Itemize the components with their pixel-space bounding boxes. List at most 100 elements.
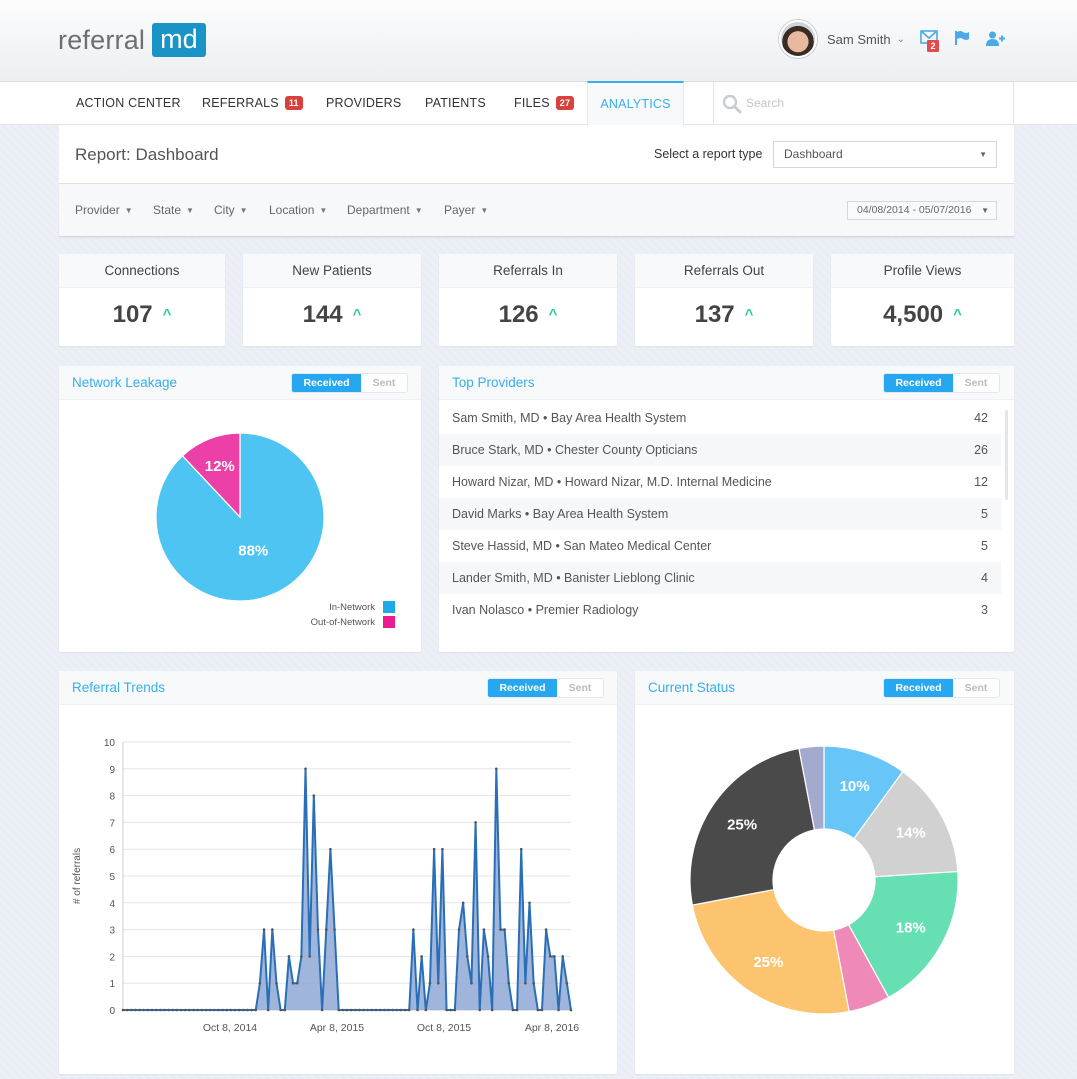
received-toggle-button[interactable]: Received bbox=[488, 679, 557, 697]
data-point[interactable] bbox=[395, 1008, 399, 1012]
data-point[interactable] bbox=[154, 1008, 158, 1012]
data-point[interactable] bbox=[333, 928, 336, 931]
data-point[interactable] bbox=[138, 1008, 141, 1012]
data-point[interactable] bbox=[320, 1008, 324, 1012]
data-point[interactable] bbox=[258, 981, 262, 985]
date-range-picker[interactable]: 04/08/2014 - 05/07/2016 ▼ bbox=[847, 201, 997, 220]
data-point[interactable] bbox=[237, 1008, 241, 1012]
filter-location[interactable]: Location ▼ bbox=[269, 203, 327, 217]
data-point[interactable] bbox=[407, 1008, 411, 1012]
data-point[interactable] bbox=[383, 1008, 386, 1012]
data-point[interactable] bbox=[266, 1008, 270, 1012]
data-point[interactable] bbox=[225, 1008, 229, 1012]
data-point[interactable] bbox=[221, 1008, 224, 1012]
filter-payer[interactable]: Payer ▼ bbox=[444, 203, 488, 217]
filter-provider[interactable]: Provider ▼ bbox=[75, 203, 133, 217]
data-point[interactable] bbox=[353, 1008, 357, 1012]
data-point[interactable] bbox=[441, 847, 444, 851]
data-point[interactable] bbox=[486, 955, 490, 958]
data-point[interactable] bbox=[544, 928, 548, 931]
data-point[interactable] bbox=[254, 1008, 258, 1012]
data-point[interactable] bbox=[212, 1008, 216, 1012]
data-point[interactable] bbox=[374, 1008, 378, 1012]
data-point[interactable] bbox=[457, 928, 461, 931]
data-point[interactable] bbox=[511, 1008, 515, 1012]
data-point[interactable] bbox=[362, 1008, 365, 1012]
data-point[interactable] bbox=[370, 1008, 374, 1012]
search-input[interactable] bbox=[746, 93, 996, 113]
provider-row[interactable]: Lander Smith, MD • Banister Lieblong Cli… bbox=[439, 562, 1001, 594]
data-point[interactable] bbox=[279, 1008, 282, 1012]
data-point[interactable] bbox=[283, 1008, 287, 1012]
nav-referrals[interactable]: REFERRALS 11 bbox=[202, 82, 303, 125]
nav-action-center[interactable]: ACTION CENTER bbox=[76, 82, 181, 125]
data-point[interactable] bbox=[308, 955, 311, 958]
nav-analytics[interactable]: ANALYTICS bbox=[587, 81, 684, 125]
data-point[interactable] bbox=[412, 928, 415, 931]
data-point[interactable] bbox=[358, 1008, 361, 1012]
sent-toggle-button[interactable]: Sent bbox=[557, 679, 603, 697]
data-point[interactable] bbox=[432, 847, 436, 851]
data-point[interactable] bbox=[134, 1008, 137, 1012]
received-toggle-button[interactable]: Received bbox=[884, 679, 953, 697]
data-point[interactable] bbox=[366, 1008, 370, 1012]
logo[interactable]: referral md bbox=[58, 23, 206, 57]
provider-row[interactable]: Sam Smith, MD • Bay Area Health System 4… bbox=[439, 402, 1001, 434]
data-point[interactable] bbox=[121, 1008, 125, 1012]
data-point[interactable] bbox=[250, 1008, 253, 1012]
data-point[interactable] bbox=[300, 955, 303, 958]
data-point[interactable] bbox=[159, 1008, 162, 1012]
data-point[interactable] bbox=[341, 1008, 345, 1012]
data-point[interactable] bbox=[329, 847, 332, 851]
data-point[interactable] bbox=[569, 1008, 573, 1012]
data-point[interactable] bbox=[125, 1008, 129, 1012]
nav-patients[interactable]: PATIENTS bbox=[425, 82, 486, 125]
data-point[interactable] bbox=[465, 955, 469, 958]
data-point[interactable] bbox=[453, 1008, 457, 1012]
data-point[interactable] bbox=[532, 981, 535, 985]
data-point[interactable] bbox=[565, 981, 569, 985]
data-point[interactable] bbox=[403, 1008, 407, 1012]
data-point[interactable] bbox=[515, 1008, 519, 1012]
data-point[interactable] bbox=[291, 981, 295, 985]
data-point[interactable] bbox=[495, 767, 498, 771]
data-point[interactable] bbox=[540, 1008, 544, 1012]
data-point[interactable] bbox=[478, 1008, 482, 1012]
sent-toggle-button[interactable]: Sent bbox=[361, 374, 407, 392]
flag-icon[interactable] bbox=[954, 30, 970, 51]
data-point[interactable] bbox=[416, 1008, 419, 1012]
data-point[interactable] bbox=[312, 794, 316, 797]
data-point[interactable] bbox=[557, 1008, 560, 1012]
data-point[interactable] bbox=[229, 1008, 233, 1012]
data-point[interactable] bbox=[208, 1008, 212, 1012]
data-point[interactable] bbox=[287, 955, 291, 958]
provider-row[interactable]: Howard Nizar, MD • Howard Nizar, M.D. In… bbox=[439, 466, 1001, 498]
data-point[interactable] bbox=[295, 981, 299, 985]
nav-files[interactable]: FILES 27 bbox=[514, 82, 575, 125]
data-point[interactable] bbox=[129, 1008, 133, 1012]
data-point[interactable] bbox=[192, 1008, 195, 1012]
data-point[interactable] bbox=[424, 1008, 428, 1012]
data-point[interactable] bbox=[428, 981, 432, 985]
data-point[interactable] bbox=[304, 767, 307, 771]
data-point[interactable] bbox=[241, 1008, 245, 1012]
data-point[interactable] bbox=[548, 955, 552, 958]
data-point[interactable] bbox=[142, 1008, 146, 1012]
data-point[interactable] bbox=[420, 955, 423, 958]
user-menu[interactable]: Sam Smith ⌄ bbox=[779, 20, 905, 58]
provider-row[interactable]: Ivan Nolasco • Premier Radiology 3 bbox=[439, 594, 1001, 626]
data-point[interactable] bbox=[461, 901, 465, 905]
data-point[interactable] bbox=[399, 1008, 403, 1012]
data-point[interactable] bbox=[217, 1008, 220, 1012]
provider-row[interactable]: Bruce Stark, MD • Chester County Opticia… bbox=[439, 434, 1001, 466]
data-point[interactable] bbox=[246, 1008, 249, 1012]
data-point[interactable] bbox=[524, 981, 527, 985]
data-point[interactable] bbox=[188, 1008, 191, 1012]
data-point[interactable] bbox=[163, 1008, 166, 1012]
data-point[interactable] bbox=[271, 928, 274, 931]
data-point[interactable] bbox=[196, 1008, 199, 1012]
data-point[interactable] bbox=[275, 981, 278, 985]
data-point[interactable] bbox=[179, 1008, 183, 1012]
data-point[interactable] bbox=[345, 1008, 349, 1012]
data-point[interactable] bbox=[474, 821, 477, 824]
